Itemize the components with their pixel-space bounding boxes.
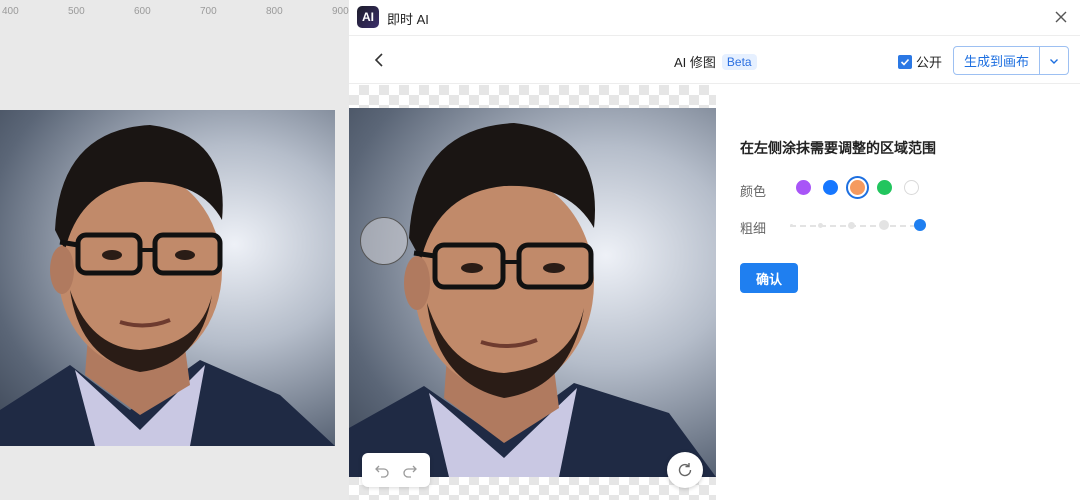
brush-settings: 在左侧涂抹需要调整的区域范围 颜色 粗细 确认 bbox=[740, 85, 1070, 500]
ruler: 400 500 600 700 800 900 bbox=[0, 0, 349, 22]
color-swatch-blue[interactable] bbox=[823, 180, 838, 195]
brush-size-option[interactable] bbox=[879, 220, 889, 230]
app-title: 即时 AI bbox=[387, 12, 429, 27]
generate-to-canvas-button[interactable]: 生成到画布 bbox=[954, 47, 1041, 74]
brush-size-option[interactable] bbox=[818, 223, 823, 228]
chevron-left-icon[interactable] bbox=[371, 51, 389, 69]
tool-title: AI 修图 Beta bbox=[674, 52, 757, 71]
check-icon bbox=[900, 58, 910, 66]
ruler-tick: 900 bbox=[332, 6, 349, 17]
brush-cursor bbox=[360, 217, 408, 265]
canvas-portrait-image[interactable] bbox=[0, 110, 335, 446]
ai-plugin-panel: AI 即时 AI AI 修图 Beta 公开 生成到画布 在左侧涂抹需要调整的区… bbox=[349, 0, 1080, 500]
generate-button-group: 生成到画布 bbox=[953, 46, 1070, 75]
undo-icon[interactable] bbox=[374, 462, 390, 478]
color-swatch-purple[interactable] bbox=[796, 180, 811, 195]
brush-size-slider[interactable] bbox=[790, 218, 930, 232]
checkbox-box[interactable] bbox=[898, 54, 912, 69]
refresh-icon bbox=[678, 463, 692, 477]
refresh-button[interactable] bbox=[667, 452, 703, 488]
confirm-button[interactable]: 确认 bbox=[740, 263, 798, 293]
edit-portrait-image[interactable] bbox=[349, 108, 716, 477]
panel-titlebar: AI 即时 AI bbox=[349, 0, 1080, 36]
chevron-down-icon bbox=[1050, 58, 1059, 64]
ruler-tick: 400 bbox=[2, 6, 19, 17]
ruler-tick: 800 bbox=[266, 6, 283, 17]
color-swatch-green[interactable] bbox=[877, 180, 892, 195]
design-canvas[interactable]: 400 500 600 700 800 900 bbox=[0, 0, 349, 500]
brush-size-track bbox=[790, 225, 926, 227]
beta-badge: Beta bbox=[721, 53, 757, 70]
public-label: 公开 bbox=[916, 55, 943, 70]
brush-size-option[interactable] bbox=[790, 224, 793, 227]
brush-size-option[interactable] bbox=[848, 222, 855, 229]
edit-workspace[interactable] bbox=[349, 85, 716, 500]
close-icon[interactable] bbox=[1052, 8, 1070, 26]
ruler-tick: 500 bbox=[68, 6, 85, 17]
color-label: 颜色 bbox=[740, 184, 767, 199]
color-swatch-orange[interactable] bbox=[846, 176, 869, 199]
public-checkbox[interactable]: 公开 bbox=[898, 52, 942, 71]
color-swatch-white[interactable] bbox=[904, 180, 919, 195]
size-label: 粗细 bbox=[740, 221, 767, 236]
ruler-tick: 700 bbox=[200, 6, 217, 17]
app-logo: AI bbox=[357, 6, 379, 28]
generate-dropdown-button[interactable] bbox=[1040, 47, 1068, 74]
tool-toolbar: AI 修图 Beta 公开 生成到画布 bbox=[349, 36, 1080, 84]
brush-size-option-selected[interactable] bbox=[914, 219, 926, 231]
instruction-text: 在左侧涂抹需要调整的区域范围 bbox=[740, 140, 936, 156]
undo-redo-group bbox=[362, 453, 430, 487]
redo-icon[interactable] bbox=[402, 462, 418, 478]
tool-title-text: AI 修图 bbox=[674, 55, 716, 70]
color-swatches bbox=[796, 176, 919, 199]
ruler-tick: 600 bbox=[134, 6, 151, 17]
